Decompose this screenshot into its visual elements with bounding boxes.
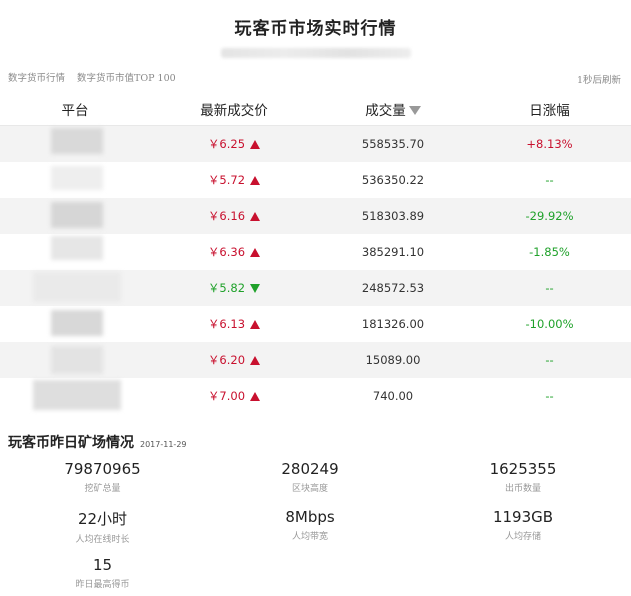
table-header: 平台 最新成交价 成交量 日涨幅 bbox=[0, 92, 631, 126]
triangle-down-icon bbox=[250, 284, 261, 293]
mining-stat: 8Mbps 人均带宽 bbox=[205, 508, 415, 556]
stat-label: 区块高度 bbox=[291, 484, 328, 494]
change-cell: -10.00% bbox=[525, 317, 574, 331]
mining-header: 玩客币昨日矿场情况 2017-11-29 bbox=[0, 432, 631, 452]
column-header-volume[interactable]: 成交量 bbox=[318, 99, 468, 119]
column-header-change[interactable]: 日涨幅 bbox=[468, 99, 631, 119]
stat-value: 1193GB bbox=[492, 508, 554, 526]
volume-cell: 385291.10 bbox=[361, 245, 425, 259]
mining-stat: 79870965 挖矿总量 bbox=[0, 460, 205, 508]
mining-stats-grid: 79870965 挖矿总量 280249 区块高度 1625355 出币数量 22小时人均在… bbox=[0, 460, 631, 596]
price-value: ￥6.13 bbox=[207, 317, 246, 331]
volume-cell: 558535.70 bbox=[361, 137, 425, 151]
tab-market-cap-top100[interactable]: 数字货币市值TOP 100 bbox=[77, 70, 176, 84]
blurred-platform-logos bbox=[33, 128, 125, 412]
price-cell: ￥6.13 bbox=[150, 316, 318, 332]
triangle-up-icon bbox=[250, 140, 261, 149]
price-cell: ￥5.82 bbox=[150, 280, 318, 296]
change-cell: -- bbox=[545, 389, 554, 403]
price-cell: ￥6.36 bbox=[150, 244, 318, 260]
price-cell: ￥5.72 bbox=[150, 172, 318, 188]
stat-value: 22小时 bbox=[77, 510, 128, 528]
price-value: ￥6.20 bbox=[207, 353, 246, 367]
price-value: ￥6.16 bbox=[207, 209, 246, 223]
change-cell: -- bbox=[545, 353, 554, 367]
price-value: ￥6.36 bbox=[207, 245, 246, 259]
column-header-volume-label: 成交量 bbox=[365, 102, 406, 119]
triangle-up-icon bbox=[250, 320, 261, 329]
triangle-up-icon bbox=[250, 392, 261, 401]
triangle-up-icon bbox=[250, 356, 261, 365]
stat-value: 1625355 bbox=[489, 460, 557, 478]
price-value: ￥5.82 bbox=[207, 281, 246, 295]
mining-section: 玩客币昨日矿场情况 2017-11-29 79870965 挖矿总量 280249 区… bbox=[0, 414, 631, 596]
volume-cell: 248572.53 bbox=[361, 281, 425, 295]
volume-cell: 740.00 bbox=[372, 389, 414, 403]
volume-cell: 518303.89 bbox=[361, 209, 425, 223]
sort-down-icon[interactable] bbox=[408, 106, 421, 115]
price-value: ￥5.72 bbox=[207, 173, 246, 187]
price-value: ￥7.00 bbox=[207, 389, 246, 403]
stat-label: 昨日最高得币 bbox=[75, 580, 130, 590]
mining-title: 玩客币昨日矿场情况 bbox=[8, 435, 134, 451]
mining-stat: 1625355 出币数量 bbox=[415, 460, 631, 508]
volume-cell: 15089.00 bbox=[365, 353, 421, 367]
stat-value: 79870965 bbox=[64, 460, 141, 478]
triangle-up-icon bbox=[250, 212, 261, 221]
price-value: ￥6.25 bbox=[207, 137, 246, 151]
price-cell: ￥6.20 bbox=[150, 352, 318, 368]
mining-date: 2017-11-29 bbox=[140, 440, 187, 449]
change-cell: -- bbox=[545, 281, 554, 295]
page-header: 玩客币市场实时行情 bbox=[0, 0, 631, 62]
stat-value: 15 bbox=[92, 556, 113, 574]
stat-label: 出币数量 bbox=[504, 484, 541, 494]
page-title: 玩客币市场实时行情 bbox=[234, 19, 397, 39]
change-cell: -1.85% bbox=[529, 245, 570, 259]
price-cell: ￥6.25 bbox=[150, 136, 318, 152]
price-cell: ￥6.16 bbox=[150, 208, 318, 224]
blurred-subtitle bbox=[220, 48, 411, 58]
refresh-countdown: 1秒后刷新 bbox=[576, 75, 621, 86]
mining-stat: 1193GB 人均存储 bbox=[415, 508, 631, 556]
stat-value: 280249 bbox=[281, 460, 339, 478]
tab-crypto-quotes[interactable]: 数字货币行情 bbox=[8, 70, 65, 84]
volume-cell: 536350.22 bbox=[361, 173, 425, 187]
tab-bar: 数字货币行情 数字货币市值TOP 100 1秒后刷新 bbox=[0, 62, 631, 92]
column-header-platform[interactable]: 平台 bbox=[0, 99, 150, 119]
mining-stat: 15 昨日最高得币 bbox=[0, 556, 205, 596]
stat-label: 人均带宽 bbox=[291, 532, 328, 542]
triangle-up-icon bbox=[250, 248, 261, 257]
stat-value: 8Mbps bbox=[285, 508, 335, 526]
stat-label: 人均存储 bbox=[504, 532, 541, 542]
volume-cell: 181326.00 bbox=[361, 317, 425, 331]
mining-stat: 280249 区块高度 bbox=[205, 460, 415, 508]
column-header-price[interactable]: 最新成交价 bbox=[150, 99, 318, 119]
triangle-up-icon bbox=[250, 176, 261, 185]
change-cell: -29.92% bbox=[525, 209, 574, 223]
change-cell: -- bbox=[545, 173, 554, 187]
stat-label: 挖矿总量 bbox=[84, 484, 121, 494]
price-cell: ￥7.00 bbox=[150, 388, 318, 404]
mining-stat: 22小时人均在线时长 bbox=[0, 508, 205, 556]
stat-label: 人均在线时长 bbox=[75, 535, 130, 545]
change-cell: +8.13% bbox=[526, 137, 573, 151]
